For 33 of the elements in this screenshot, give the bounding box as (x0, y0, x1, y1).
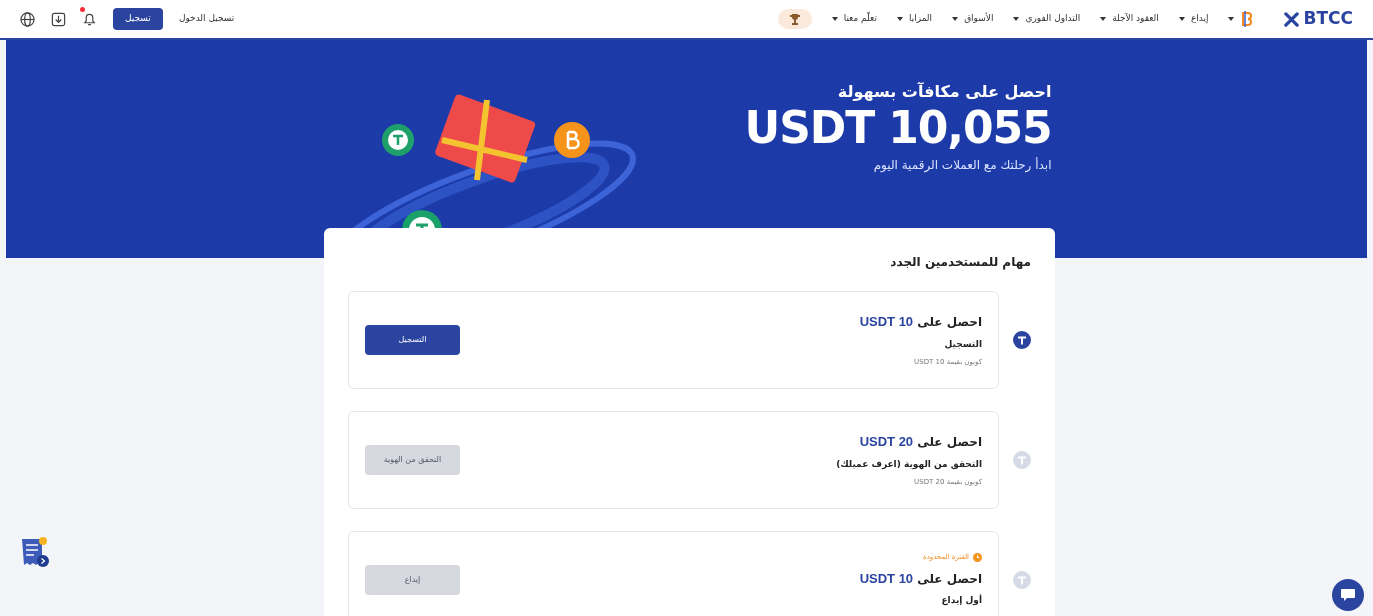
tether-coin-icon (1013, 571, 1031, 589)
task-name: التسجيل (943, 337, 982, 351)
nav-item[interactable]: التداول الفوري (1013, 12, 1081, 26)
chat-button[interactable] (1332, 579, 1364, 611)
globe-icon[interactable] (20, 11, 35, 27)
tether-coin-icon (1013, 451, 1031, 469)
reward-amount: USDT 10,055 (744, 104, 1052, 153)
trophy-button[interactable] (777, 9, 812, 29)
trophy-icon (788, 13, 801, 25)
task-name: أول إيداع (940, 594, 982, 608)
tasks-title: مهام للمستخدمين الجدد (889, 254, 1031, 271)
nav-item[interactable]: العقود الآجلة (1100, 12, 1159, 26)
chat-icon (1340, 588, 1356, 602)
clock-icon (973, 553, 982, 562)
nav-item[interactable]: إيداع (1178, 12, 1209, 26)
banner-subtitle: ابدأ رحلتك مع العملات الرقمية اليوم (873, 156, 1052, 175)
bitcoin-icon[interactable] (1240, 11, 1253, 27)
logo[interactable]: BTCC (1284, 6, 1353, 32)
signup-button[interactable]: تسجيل (113, 8, 163, 30)
banner-heading: احصل على مكافآت بسهولة (837, 81, 1052, 103)
nav-item[interactable]: المزايا (896, 12, 933, 26)
tether-coin-icon (1013, 331, 1031, 349)
caret-icon (1228, 17, 1235, 21)
logo-icon (1284, 11, 1300, 27)
task-button[interactable]: التسجيل (365, 325, 460, 355)
receipt-icon[interactable] (20, 537, 50, 569)
nav-item[interactable]: تعلّم معنا (831, 12, 877, 26)
bell-icon[interactable] (82, 11, 97, 27)
logo-text: BTCC (1303, 7, 1353, 31)
task-name: التحقق من الهوية (اعرف عميلك) (836, 457, 982, 472)
login-link[interactable]: تسجيل الدخول (178, 12, 235, 26)
nav-item[interactable]: الأسواق (952, 12, 994, 26)
download-icon[interactable] (51, 11, 66, 27)
